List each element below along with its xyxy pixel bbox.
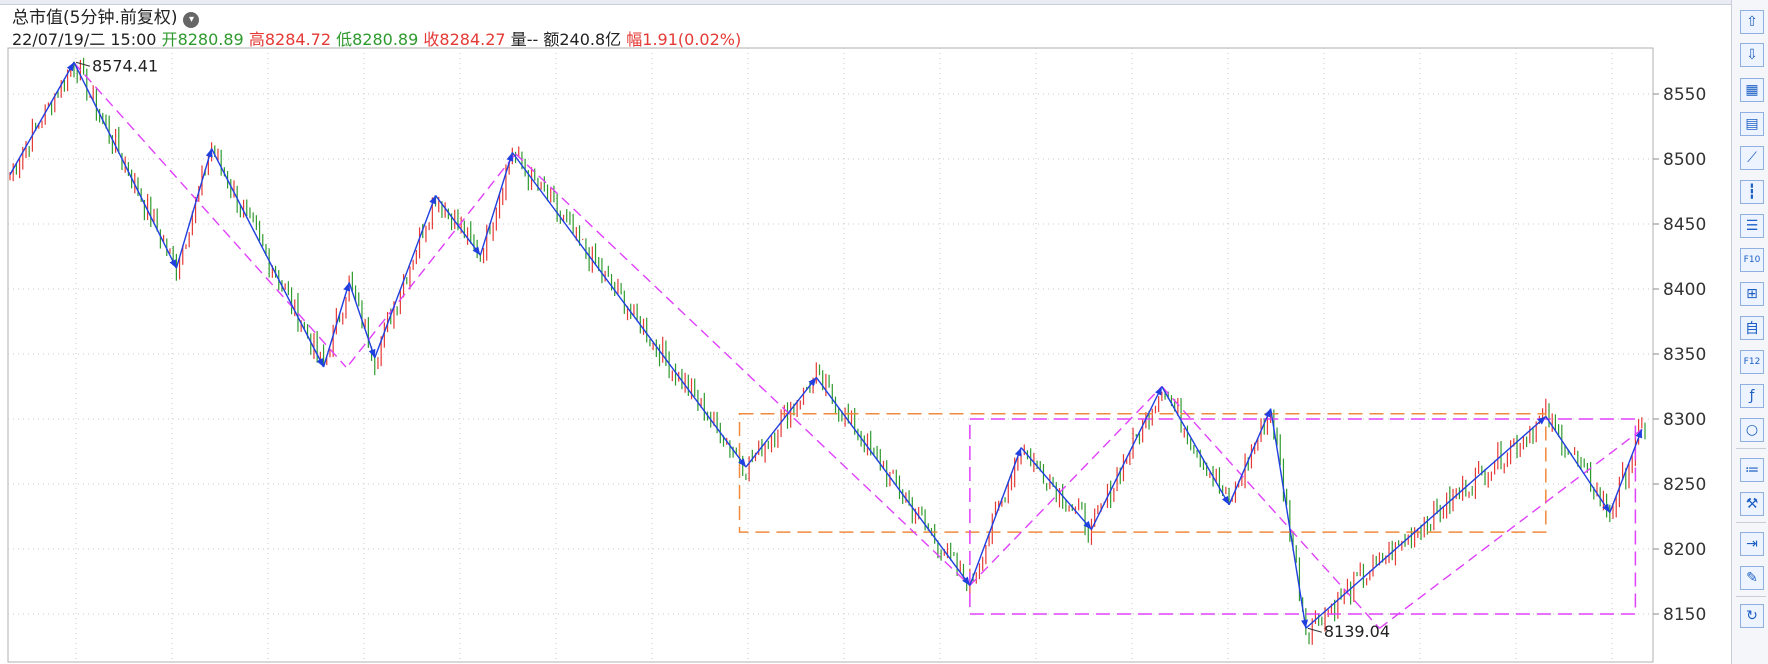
y-tick-label: 8550 <box>1663 85 1706 105</box>
arrow-down-icon[interactable]: ⇩ <box>1740 43 1764 67</box>
zigzag-segment <box>1090 386 1163 530</box>
trend-line <box>969 386 1163 586</box>
y-tick-label: 8350 <box>1663 345 1706 365</box>
candlestick-icon[interactable]: ┇ <box>1740 180 1764 204</box>
zigzag-segment <box>175 148 213 269</box>
toolbar-separator <box>1736 522 1766 523</box>
zigzag-segment <box>1020 447 1092 530</box>
table-color-icon[interactable]: ▦ <box>1740 78 1764 102</box>
magenta-range-box <box>969 418 1637 615</box>
trend-line <box>348 153 517 365</box>
y-tick-label: 8150 <box>1663 605 1706 625</box>
line-chart-icon[interactable]: ⟋ <box>1740 146 1764 170</box>
refresh-icon[interactable]: ↻ <box>1740 604 1764 628</box>
y-tick-label: 8300 <box>1663 410 1706 430</box>
zigzag-segment <box>210 148 325 368</box>
right-toolbar: ⇧ ⇩ ▦ ▤ ⟋ ┇ ☰ F10 ⊞ 自 F12 ƒ ○ ≔ ⚒ ⇥ ✎ ↻ <box>1731 0 1768 664</box>
pencil-icon[interactable]: ✎ <box>1740 566 1764 590</box>
tree-icon[interactable]: ⊞ <box>1740 282 1764 306</box>
list-icon[interactable]: ☰ <box>1740 214 1764 238</box>
toolbar-separator <box>1736 448 1766 449</box>
y-tick-label: 8250 <box>1663 475 1706 495</box>
zigzag-segment <box>511 152 747 468</box>
zigzag-segment <box>1269 408 1307 629</box>
zigzag-arrowhead <box>506 152 514 162</box>
zigzag-segment <box>1305 415 1547 629</box>
trend-line <box>73 62 347 368</box>
zigzag-segment <box>1161 386 1230 506</box>
zigzag-segment <box>815 376 971 586</box>
zigzag-layer <box>9 61 1643 629</box>
toolbar-separator <box>1736 596 1766 597</box>
y-tick-label: 8400 <box>1663 280 1706 300</box>
zigzag-segment <box>479 152 514 256</box>
zigzag-arrowhead <box>429 195 436 205</box>
circle-icon[interactable]: ○ <box>1740 418 1764 442</box>
annotations-layer: 8574.41 8139.04 <box>75 56 1390 641</box>
trend-lines <box>73 62 1643 629</box>
zigzag-segment <box>374 195 437 359</box>
f12-icon[interactable]: F12 <box>1740 350 1764 374</box>
zigzag-segment <box>73 61 178 269</box>
self-select-icon[interactable]: 自 <box>1740 316 1764 340</box>
arrow-up-icon[interactable]: ⇧ <box>1740 10 1764 34</box>
zigzag-segment <box>1228 408 1272 506</box>
plot-area-border <box>7 47 1654 663</box>
trend-line <box>515 153 971 586</box>
tools-icon[interactable]: ⚒ <box>1740 492 1764 516</box>
zigzag-segment <box>348 282 376 359</box>
zigzag-segment <box>9 61 75 175</box>
formula-icon[interactable]: ƒ <box>1740 384 1764 408</box>
price-annotation: 8574.41 <box>92 56 158 75</box>
f10-icon[interactable]: F10 <box>1740 248 1764 272</box>
zigzag-segment <box>322 282 350 368</box>
zigzag-arrowhead <box>1014 447 1022 457</box>
y-tick-label: 8500 <box>1663 150 1706 170</box>
indicator-list-icon[interactable]: ≔ <box>1740 458 1764 482</box>
annotation-leader <box>1307 627 1322 633</box>
zigzag-segment <box>1545 416 1611 513</box>
y-tick-label: 8450 <box>1663 215 1706 235</box>
export-icon[interactable]: ⇥ <box>1740 532 1764 556</box>
candles-layer <box>9 57 1646 645</box>
y-axis: 8550 8500 8450 8400 8350 8300 8250 8200 8150 <box>1653 85 1706 625</box>
table-icon[interactable]: ▤ <box>1740 112 1764 136</box>
price-annotation: 8139.04 <box>1324 622 1390 641</box>
grid-lines <box>8 48 1653 660</box>
zigzag-segment <box>745 376 817 468</box>
candlestick-chart[interactable]: 8550 8500 8450 8400 8350 8300 8250 8200 8150 857… <box>0 0 1731 664</box>
zigzag-segment <box>969 447 1022 586</box>
y-tick-label: 8200 <box>1663 540 1706 560</box>
